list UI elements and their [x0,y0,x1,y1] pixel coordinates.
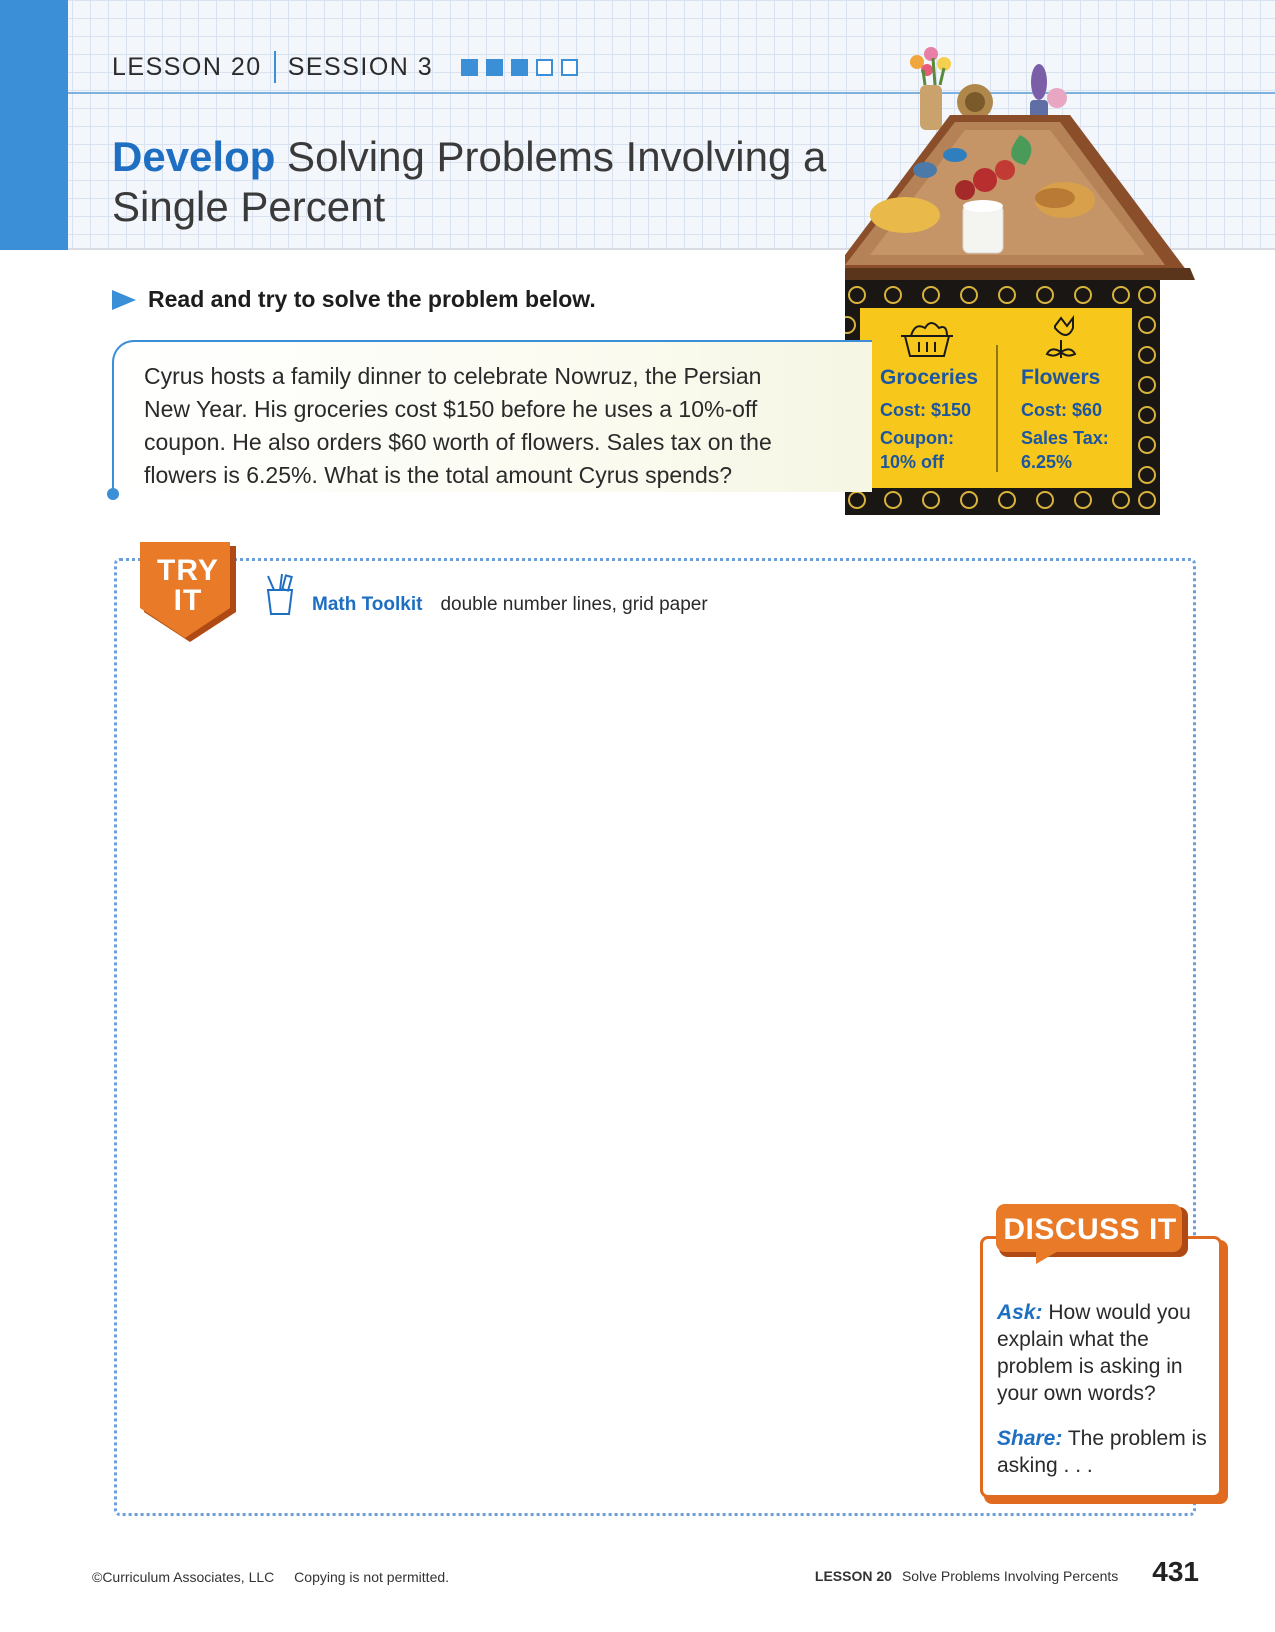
page-number: 431 [1152,1556,1199,1587]
sign-flowers-cost: Cost: $60 [1021,400,1103,420]
food-bowl-icon [870,197,940,233]
lesson-session-line: LESSON 20 SESSION 3 [112,50,579,84]
toolkit-label: Math Toolkit [312,594,423,615]
discuss-it-label: DISCUSS IT [1003,1213,1177,1246]
progress-square [461,58,479,76]
footer-left: ©Curriculum Associates, LLC Copying is n… [92,1569,449,1585]
discuss-ask: Ask: How would you explain what the prob… [997,1299,1213,1407]
sign-flowers-title: Flowers [1021,366,1101,389]
toolkit-items: double number lines, grid paper [440,594,708,615]
problem-text: Cyrus hosts a family dinner to celebrate… [144,363,772,488]
blue-tab [0,0,68,250]
copyright: ©Curriculum Associates, LLC [92,1569,275,1585]
candle-icon [962,204,1004,254]
apple-icon [973,168,997,192]
divider [273,51,276,83]
math-toolkit: Math Toolkit double number lines, grid p… [262,572,708,616]
discuss-it-box: Ask: How would you explain what the prob… [980,1236,1222,1498]
bullet-dot [107,488,119,500]
sign-groceries-coupon-label: Coupon: [880,428,954,448]
progress-square [486,58,504,76]
tulip-vase-icon [910,47,951,130]
problem-box: Cyrus hosts a family dinner to celebrate… [107,340,872,500]
pencil-cup-icon [266,573,294,615]
try-it-word: IT [173,584,203,617]
instruction-text: Read and try to solve the problem below. [148,286,596,312]
progress-square [536,58,554,76]
footer-lesson: LESSON 20 [814,1568,892,1584]
instruction: Read and try to solve the problem below. [112,286,596,313]
sign-groceries-title: Groceries [880,366,979,389]
sign-flowers-tax-label: Sales Tax: [1021,428,1109,448]
try-it-word: TRY [157,554,219,587]
page-title: Develop Solving Problems Involving a Sin… [112,132,832,232]
ask-label: Ask: [997,1301,1043,1324]
session-progress [461,58,579,76]
sign-groceries-cost: Cost: $150 [880,400,972,420]
lesson-label: LESSON 20 [112,52,262,81]
title-develop: Develop [112,133,276,180]
footer-right: LESSON 20 Solve Problems Involving Perce… [815,1556,1199,1588]
progress-square [561,58,579,76]
arrow-right-icon [112,289,136,310]
try-it-label: TRY IT [140,556,236,616]
discuss-share: Share: The problem is asking . . . [997,1425,1213,1479]
sign-groceries-coupon-value: 10% off [880,452,945,472]
share-label: Share: [997,1427,1063,1450]
footer-lesson-title: Solve Problems Involving Percents [901,1568,1119,1584]
sign-flowers-tax-value: 6.25% [1021,452,1073,472]
progress-square [511,58,529,76]
copy-notice: Copying is not permitted. [294,1569,450,1585]
session-label: SESSION 3 [287,52,434,81]
